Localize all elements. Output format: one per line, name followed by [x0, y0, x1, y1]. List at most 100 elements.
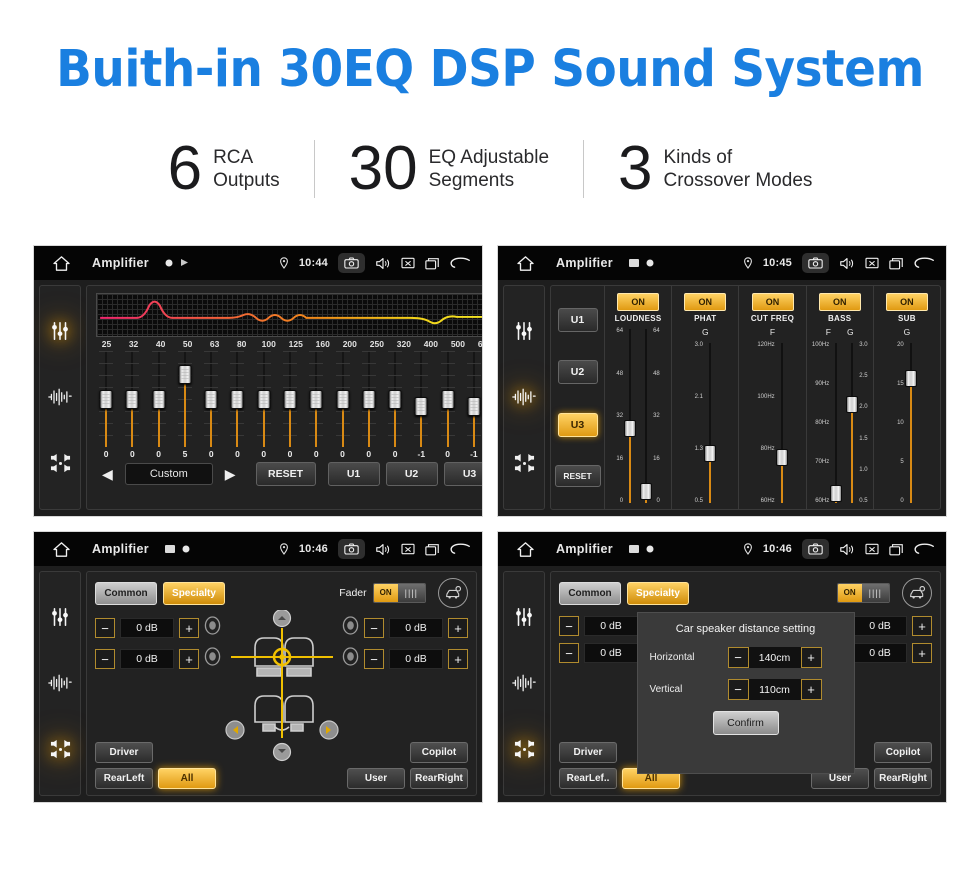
recent-apps-icon[interactable] [889, 257, 904, 270]
vertical-minus-button[interactable]: − [727, 679, 749, 700]
horizontal-minus-button[interactable]: − [727, 647, 749, 668]
rear-left-minus-button[interactable]: − [559, 643, 579, 663]
front-right-minus-button[interactable]: − [364, 618, 384, 638]
vertical-plus-button[interactable]: + [800, 679, 822, 700]
front-left-minus-button[interactable]: − [559, 616, 579, 636]
cutfreq-slider[interactable]: 120Hz 100Hz 80Hz 60Hz [757, 341, 788, 505]
volume-icon[interactable] [839, 543, 855, 556]
fader-toggle[interactable]: ON |||| [836, 583, 890, 603]
rear-left-button[interactable]: RearLef.. [559, 768, 617, 789]
sub-on-button[interactable]: ON [885, 293, 928, 311]
bass-gain-slider[interactable]: 3.0 2.5 2.0 1.5 1.0 0.5 [846, 341, 868, 505]
close-box-icon[interactable] [401, 543, 415, 555]
car-seat-diagram[interactable] [217, 608, 347, 768]
driver-button[interactable]: Driver [559, 742, 617, 763]
front-left-minus-button[interactable]: − [95, 618, 115, 638]
rear-left-minus-button[interactable]: − [95, 649, 115, 669]
home-icon[interactable] [508, 255, 542, 271]
sidebar-item-waveform[interactable] [45, 668, 75, 698]
all-button[interactable]: All [158, 768, 216, 789]
home-icon[interactable] [44, 541, 78, 557]
eq-band[interactable]: 0 [224, 351, 250, 459]
eq-band[interactable]: -1 [408, 351, 434, 459]
eq-band[interactable]: 0 [329, 351, 355, 459]
eq-band[interactable]: 0 [93, 351, 119, 459]
preset-u2-button[interactable]: U2 [557, 360, 598, 385]
preset-u3-button[interactable]: U3 [557, 412, 598, 437]
car-settings-button[interactable] [902, 578, 932, 608]
copilot-button[interactable]: Copilot [410, 742, 468, 763]
preset-name-display[interactable]: Custom [124, 463, 213, 485]
volume-icon[interactable] [375, 543, 391, 556]
rear-left-button[interactable]: RearLeft [95, 768, 153, 789]
rear-right-plus-button[interactable]: + [448, 649, 468, 669]
rear-right-plus-button[interactable]: + [912, 643, 932, 663]
tab-specialty[interactable]: Specialty [627, 581, 689, 605]
back-icon[interactable] [450, 543, 472, 556]
eq-band[interactable]: 0 [434, 351, 460, 459]
front-right-plus-button[interactable]: + [912, 616, 932, 636]
home-icon[interactable] [508, 541, 542, 557]
front-left-plus-button[interactable]: + [179, 618, 199, 638]
sidebar-item-balance[interactable] [509, 449, 539, 479]
eq-band[interactable]: 0 [251, 351, 277, 459]
eq-band[interactable]: -1 [461, 351, 482, 459]
camera-icon[interactable] [338, 539, 365, 559]
sidebar-item-waveform[interactable] [45, 382, 75, 412]
rear-right-minus-button[interactable]: − [364, 649, 384, 669]
rear-left-plus-button[interactable]: + [179, 649, 199, 669]
preset-prev-button[interactable]: ◀ [96, 466, 119, 483]
eq-band[interactable]: 0 [146, 351, 172, 459]
copilot-button[interactable]: Copilot [874, 742, 932, 763]
sidebar-item-waveform[interactable] [509, 382, 539, 412]
phat-on-button[interactable]: ON [684, 293, 727, 311]
volume-icon[interactable] [375, 257, 391, 270]
driver-button[interactable]: Driver [95, 742, 153, 763]
sidebar-item-balance[interactable] [45, 735, 75, 765]
close-box-icon[interactable] [865, 257, 879, 269]
loudness-slider-1[interactable]: 64 48 32 16 0 [616, 327, 637, 505]
sidebar-item-equalizer[interactable] [45, 602, 75, 632]
eq-band[interactable]: 0 [303, 351, 329, 459]
back-icon[interactable] [450, 257, 472, 270]
front-right-plus-button[interactable]: + [448, 618, 468, 638]
confirm-button[interactable]: Confirm [712, 711, 779, 735]
horizontal-plus-button[interactable]: + [800, 647, 822, 668]
back-icon[interactable] [914, 257, 936, 270]
close-box-icon[interactable] [401, 257, 415, 269]
volume-icon[interactable] [839, 257, 855, 270]
tab-common[interactable]: Common [95, 581, 157, 605]
car-settings-button[interactable] [438, 578, 468, 608]
sub-gain-slider[interactable]: 20 15 10 5 0 [897, 341, 917, 505]
reset-button[interactable]: RESET [554, 464, 601, 487]
cutfreq-on-button[interactable]: ON [751, 293, 794, 311]
eq-band[interactable]: 0 [119, 351, 145, 459]
recent-apps-icon[interactable] [425, 257, 440, 270]
camera-icon[interactable] [802, 539, 829, 559]
sidebar-item-balance[interactable] [45, 449, 75, 479]
preset-u3-button[interactable]: U3 [443, 462, 482, 486]
preset-u1-button[interactable]: U1 [557, 308, 598, 333]
loudness-slider-2[interactable]: 64 48 32 16 0 [640, 327, 660, 505]
close-box-icon[interactable] [865, 543, 879, 555]
eq-band[interactable]: 0 [382, 351, 408, 459]
user-button[interactable]: User [347, 768, 405, 789]
sidebar-item-equalizer[interactable] [509, 602, 539, 632]
camera-icon[interactable] [338, 253, 365, 273]
preset-u1-button[interactable]: U1 [327, 462, 380, 486]
sidebar-item-waveform[interactable] [509, 668, 539, 698]
recent-apps-icon[interactable] [425, 543, 440, 556]
sidebar-item-equalizer[interactable] [45, 316, 75, 346]
bass-freq-slider[interactable]: 100Hz 90Hz 80Hz 70Hz 60Hz [812, 341, 843, 505]
sidebar-item-equalizer[interactable] [509, 316, 539, 346]
reset-button[interactable]: RESET [255, 462, 316, 486]
loudness-on-button[interactable]: ON [617, 293, 660, 311]
rear-right-button[interactable]: RearRight [410, 768, 468, 789]
rear-right-button[interactable]: RearRight [874, 768, 932, 789]
recent-apps-icon[interactable] [889, 543, 904, 556]
bass-on-button[interactable]: ON [818, 293, 861, 311]
eq-band[interactable]: 5 [172, 351, 198, 459]
tab-specialty[interactable]: Specialty [163, 581, 225, 605]
eq-band[interactable]: 0 [198, 351, 224, 459]
preset-next-button[interactable]: ▶ [219, 466, 242, 483]
